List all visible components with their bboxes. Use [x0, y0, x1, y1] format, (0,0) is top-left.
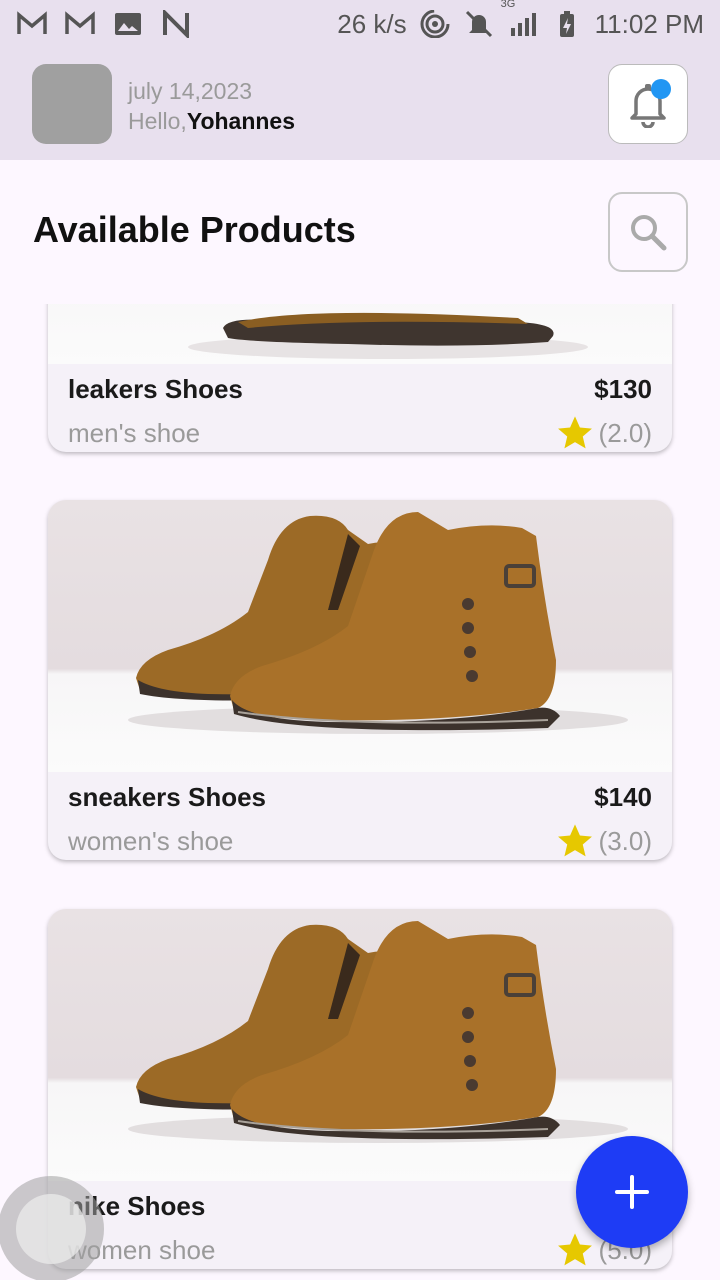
n-app-icon [163, 10, 189, 38]
gmail-icon [17, 11, 47, 34]
star-icon [557, 824, 592, 857]
product-card[interactable]: nike Shoes women shoe (5.0) [48, 909, 672, 1269]
rating-value: (3.0) [598, 825, 652, 856]
product-name: sneakers Shoes [68, 782, 267, 812]
notifications-button[interactable] [608, 64, 688, 144]
signal-indicator: 3G [501, 0, 539, 38]
plus-icon [615, 1175, 649, 1209]
date-text: july 14,2023 [128, 78, 253, 104]
clock: 11:02 PM [594, 8, 704, 39]
battery-icon [559, 11, 574, 37]
star-icon [557, 416, 592, 449]
product-image [48, 304, 672, 364]
status-right: 26 k/s 3G 11:02 PM [337, 0, 704, 40]
product-price: $140 [594, 782, 652, 812]
product-name: leakers Shoes [68, 374, 243, 404]
product-card[interactable]: sneakers Shoes $140 women's shoe (3.0) [48, 500, 672, 860]
avatar[interactable] [32, 64, 112, 144]
search-icon [631, 215, 667, 251]
gallery-icon [115, 13, 141, 35]
product-price: $130 [594, 374, 652, 404]
gmail-icon [65, 11, 95, 34]
network-type: 3G [500, 0, 516, 10]
search-button[interactable] [608, 192, 688, 272]
product-category: women's shoe [68, 826, 234, 856]
app-header: july 14,2023 Hello,Yohannes [0, 48, 720, 160]
user-name: Yohannes [186, 108, 296, 134]
rating-value: (2.0) [598, 417, 652, 448]
add-product-button[interactable] [576, 1136, 688, 1248]
notification-dot [651, 79, 671, 99]
hotspot-icon [420, 10, 450, 38]
assistive-touch-button[interactable] [0, 1176, 104, 1280]
status-bar: 26 k/s 3G 11:02 PM [0, 0, 720, 48]
mute-icon [465, 10, 492, 38]
greeting-prefix: Hello, [128, 108, 187, 134]
assistive-touch-inner [16, 1194, 86, 1264]
product-rating: (2.0) [555, 414, 652, 452]
product-rating: (3.0) [555, 822, 652, 860]
product-image [48, 909, 672, 1181]
network-speed: 26 k/s [337, 8, 407, 39]
signal-icon [510, 13, 536, 36]
status-left-icons [16, 10, 192, 38]
product-list[interactable]: leakers Shoes $130 men's shoe (2.0) snea… [0, 304, 720, 1280]
greeting: Hello,Yohannes [128, 108, 295, 135]
product-image [48, 500, 672, 772]
product-card[interactable]: leakers Shoes $130 men's shoe (2.0) [48, 304, 672, 452]
star-icon [557, 1233, 592, 1266]
page-title: Available Products [33, 209, 356, 250]
product-category: men's shoe [68, 418, 201, 448]
